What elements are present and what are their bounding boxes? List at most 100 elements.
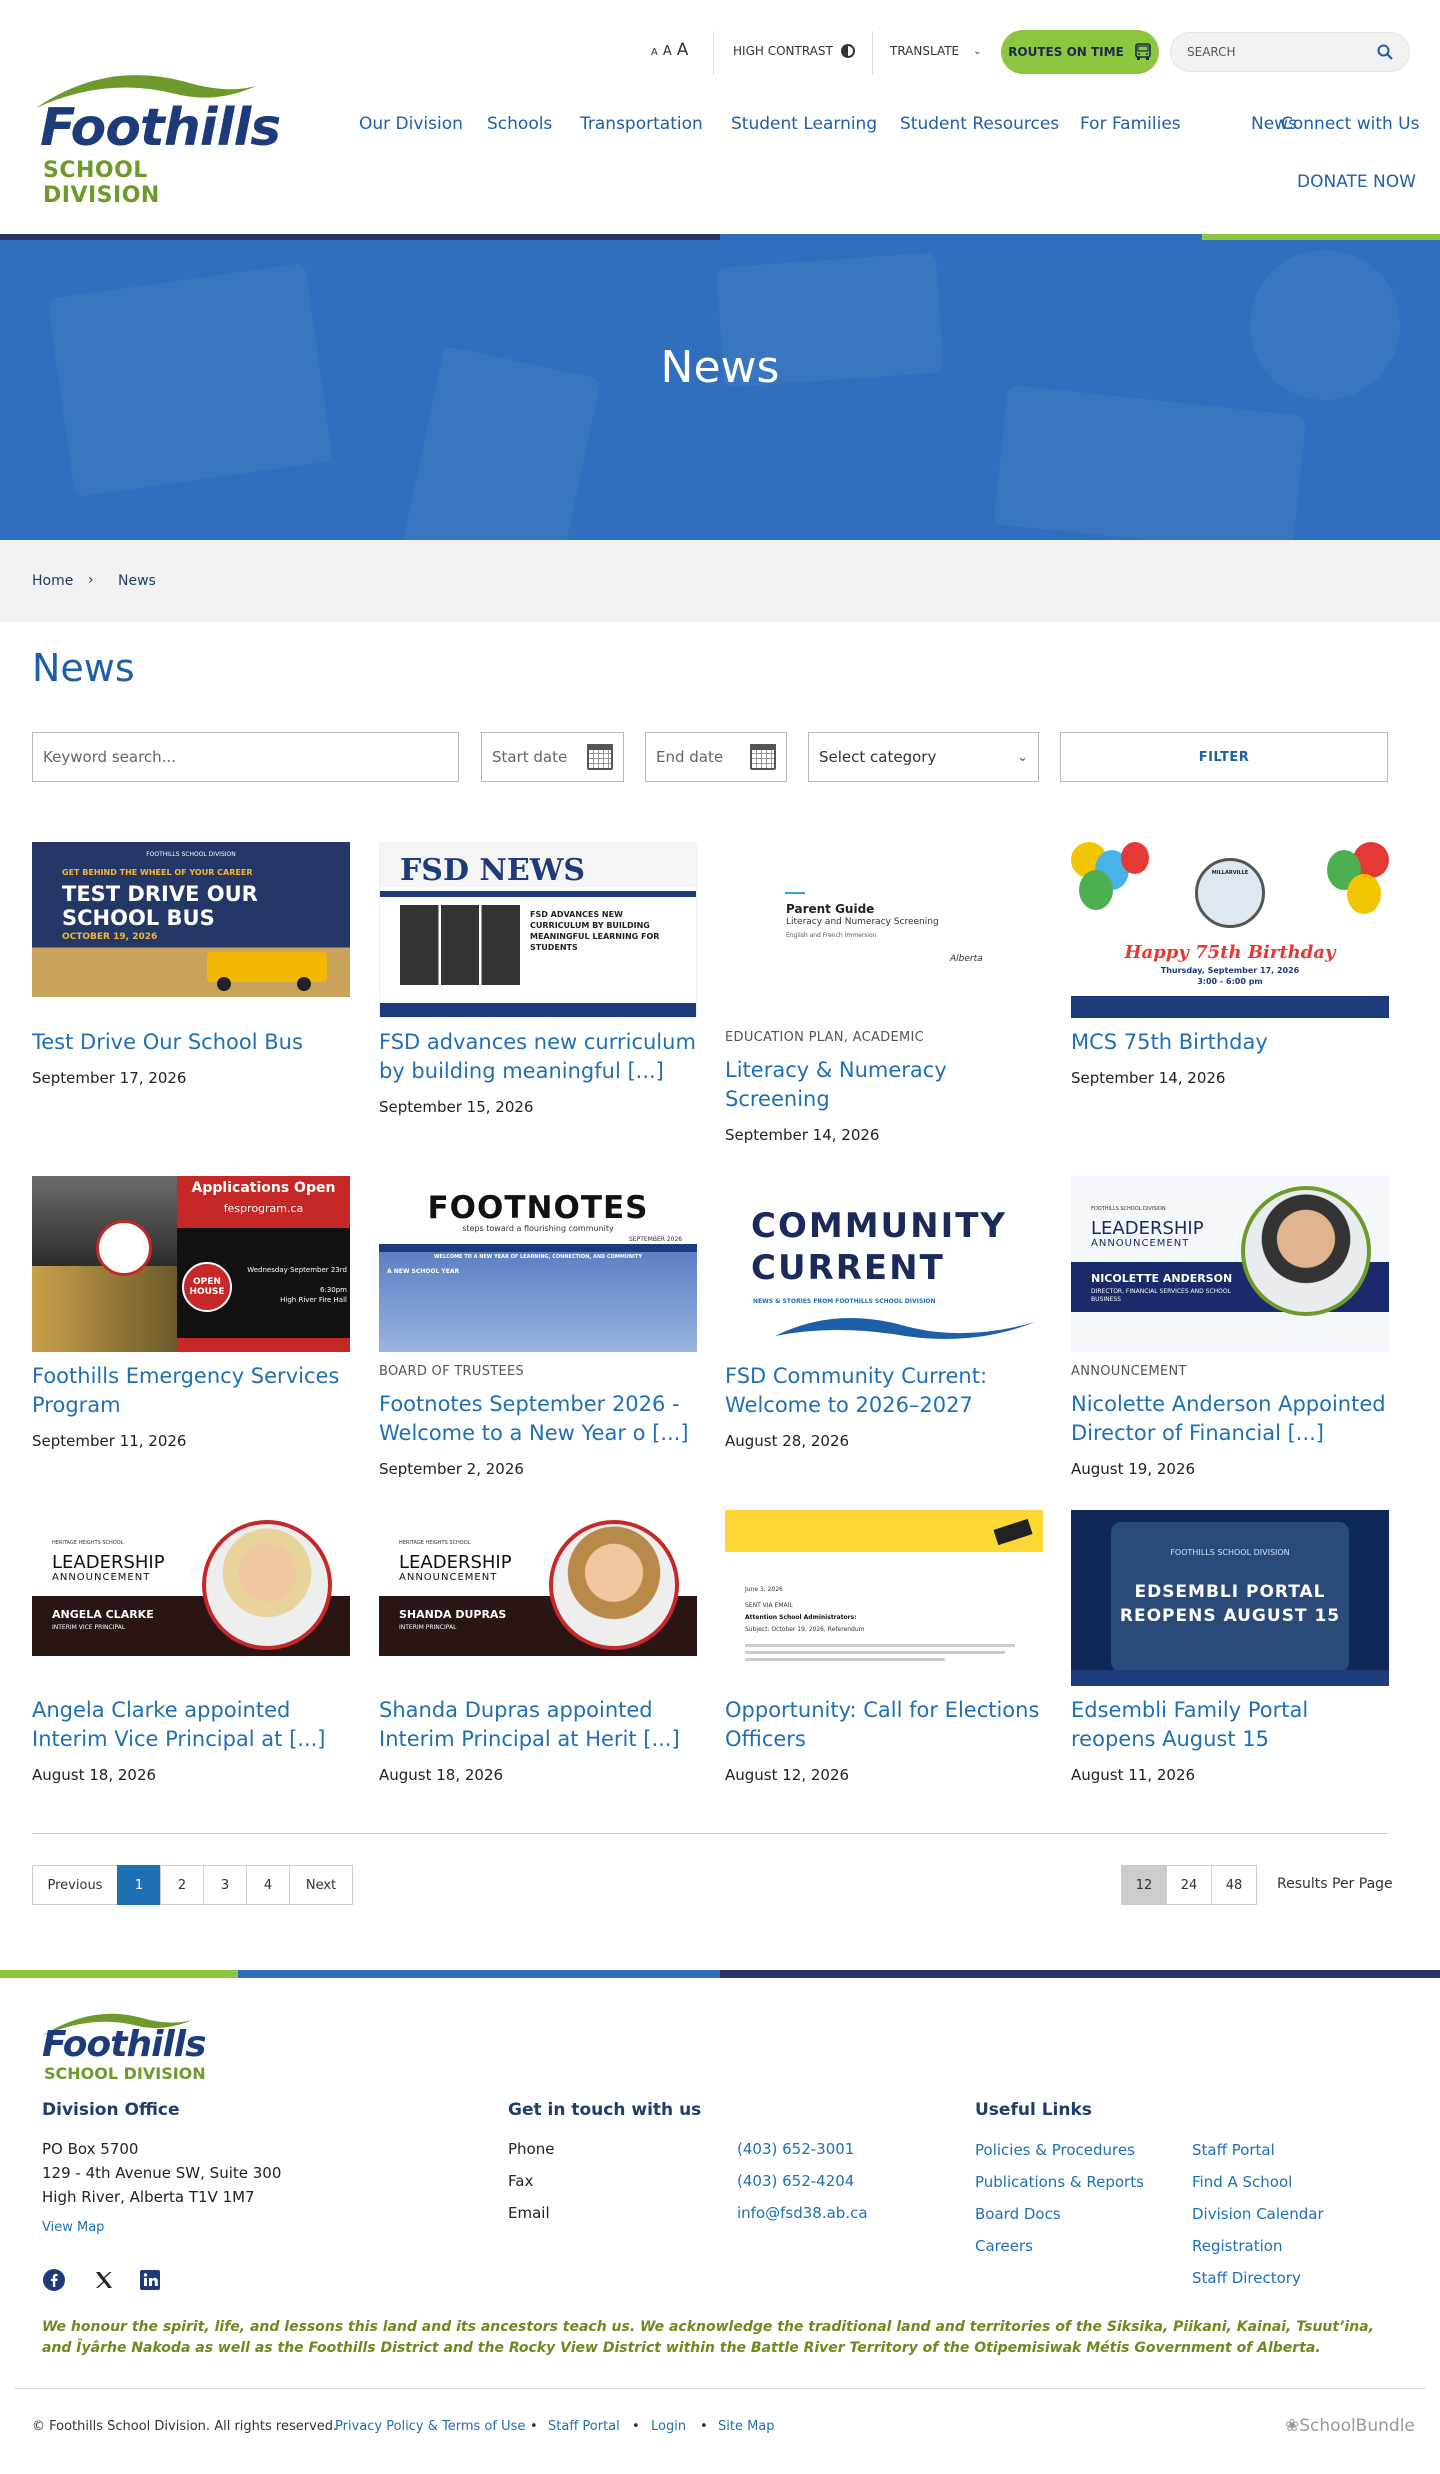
footer-link[interactable]: Policies & Procedures [975, 2141, 1135, 2159]
news-card-date: September 2, 2026 [379, 1460, 524, 1478]
contact-label: Email [508, 2204, 550, 2222]
site-map-link[interactable]: Site Map [718, 2419, 775, 2434]
news-card-title[interactable]: FSD advances new curriculum by building … [379, 1028, 697, 1086]
thumb-text: ANGELA CLARKE [52, 1608, 154, 1621]
linkedin-icon[interactable] [138, 2268, 162, 2292]
pagination-page-3[interactable]: 3 [203, 1865, 247, 1905]
thumb-text: OCTOBER 19, 2026 [62, 932, 158, 942]
login-link[interactable]: Login [651, 2419, 686, 2434]
font-size-small-button[interactable]: A [651, 47, 658, 58]
news-thumbnail[interactable]: FOOTHILLS SCHOOL DIVISION GET BEHIND THE… [32, 842, 350, 1018]
footer-link[interactable]: Publications & Reports [975, 2173, 1144, 2191]
news-thumbnail[interactable]: June 3, 2026 SENT VIA EMAIL Attention Sc… [725, 1510, 1043, 1686]
news-card-title[interactable]: Literacy & Numeracy Screening [725, 1056, 1043, 1114]
news-card-title[interactable]: Footnotes September 2026 - Welcome to a … [379, 1390, 697, 1448]
per-page-12[interactable]: 12 [1121, 1865, 1167, 1905]
per-page-24[interactable]: 24 [1166, 1865, 1212, 1905]
news-thumbnail[interactable]: HERITAGE HEIGHTS SCHOOL LEADERSHIP ANNOU… [379, 1510, 697, 1686]
news-card-title[interactable]: Shanda Dupras appointed Interim Principa… [379, 1696, 697, 1754]
news-card-category: BOARD OF TRUSTEES [379, 1364, 525, 1379]
news-card-date: September 17, 2026 [32, 1069, 187, 1087]
high-contrast-toggle[interactable]: HIGH CONTRAST [733, 44, 855, 58]
nav-schools[interactable]: Schools [487, 114, 552, 134]
nav-connect-with-us[interactable]: Connect with Us [1281, 114, 1419, 134]
footer-link[interactable]: Registration [1192, 2237, 1282, 2255]
staff-portal-link[interactable]: Staff Portal [548, 2419, 620, 2434]
thumb-text: NICOLETTE ANDERSON [1091, 1272, 1233, 1285]
thumb-text: REOPENS AUGUST 15 [1119, 1606, 1341, 1626]
breadcrumb-current: News [118, 573, 156, 589]
keyword-search-input[interactable] [43, 748, 448, 766]
search-icon[interactable] [1377, 44, 1393, 60]
nav-student-learning[interactable]: Student Learning [731, 114, 877, 134]
font-size-medium-button[interactable]: A [663, 44, 672, 59]
news-thumbnail[interactable]: FOOTHILLS SCHOOL DIVISION EDSEMBLI PORTA… [1071, 1510, 1389, 1686]
font-size-large-button[interactable]: A [677, 40, 689, 60]
credit-label: SchoolBundle [1299, 2416, 1415, 2436]
news-card-title[interactable]: Edsembli Family Portal reopens August 15 [1071, 1696, 1389, 1754]
news-card-title[interactable]: Test Drive Our School Bus [32, 1028, 350, 1057]
pagination-previous[interactable]: Previous [32, 1865, 118, 1905]
nav-transportation[interactable]: Transportation [580, 114, 703, 134]
breadcrumb-home-link[interactable]: Home [32, 573, 73, 589]
translate-dropdown[interactable]: TRANSLATE ⌄ [890, 44, 982, 58]
thumb-text: LEADERSHIP [1091, 1218, 1204, 1239]
page-title: News [32, 646, 135, 690]
news-thumbnail[interactable]: COMMUNITY CURRENT NEWS & STORIES FROM FO… [725, 1176, 1043, 1352]
footer-link[interactable]: Staff Directory [1192, 2269, 1301, 2287]
news-card-title[interactable]: Opportunity: Call for Elections Officers [725, 1696, 1043, 1754]
portrait-photo [202, 1520, 332, 1650]
nav-our-division[interactable]: Our Division [359, 114, 463, 134]
footer-link[interactable]: Division Calendar [1192, 2205, 1324, 2223]
x-twitter-icon[interactable] [92, 2268, 116, 2292]
calendar-icon[interactable] [587, 744, 613, 770]
end-date-input[interactable] [656, 748, 750, 766]
news-thumbnail[interactable]: FOOTNOTES steps toward a flourishing com… [379, 1176, 697, 1352]
news-thumbnail[interactable]: Applications Open fesprogram.ca OPEN HOU… [32, 1176, 350, 1352]
news-thumbnail[interactable]: FSD NEWS FSD ADVANCES NEW CURRICULUM BY … [379, 842, 697, 1018]
footer-link[interactable]: Find A School [1192, 2173, 1292, 2191]
privacy-policy-link[interactable]: Privacy Policy & Terms of Use [335, 2419, 525, 2434]
news-card-date: September 14, 2026 [1071, 1069, 1226, 1087]
logo-subtitle: SCHOOL DIVISION [44, 2064, 206, 2083]
news-thumbnail[interactable]: MILLARVILLE Happy 75th Birthday Thursday… [1071, 842, 1389, 1018]
nav-for-families[interactable]: For Families [1080, 114, 1181, 134]
search-input[interactable] [1187, 45, 1377, 59]
footer-link[interactable]: Staff Portal [1192, 2141, 1275, 2159]
pagination-page-4[interactable]: 4 [246, 1865, 290, 1905]
category-select[interactable]: Select category ⌄ [808, 732, 1039, 782]
news-thumbnail[interactable]: FOOTHILLS SCHOOL DIVISION LEADERSHIP ANN… [1071, 1176, 1389, 1352]
pagination-page-1[interactable]: 1 [117, 1865, 161, 1905]
facebook-icon[interactable] [42, 2268, 66, 2292]
fax-link[interactable]: (403) 652-4204 [737, 2172, 854, 2190]
site-logo[interactable]: Foothills SCHOOL DIVISION [28, 70, 281, 208]
thumb-text: Happy 75th Birthday [1124, 942, 1336, 963]
news-card-title[interactable]: FSD Community Current: Welcome to 2026–2… [725, 1362, 1043, 1420]
news-card-title[interactable]: Nicolette Anderson Appointed Director of… [1071, 1390, 1389, 1448]
start-date-input[interactable] [492, 748, 587, 766]
filter-button[interactable]: FILTER [1060, 732, 1388, 782]
routes-on-time-button[interactable]: ROUTES ON TIME [1001, 30, 1159, 74]
news-card-title[interactable]: Angela Clarke appointed Interim Vice Pri… [32, 1696, 350, 1754]
footer-link[interactable]: Careers [975, 2237, 1033, 2255]
schoolbundle-credit[interactable]: ❀SchoolBundle [1285, 2416, 1415, 2436]
footer-logo[interactable]: Foothills SCHOOL DIVISION [36, 2010, 216, 2083]
thumb-text: SHANDA DUPRAS [399, 1608, 507, 1621]
pagination-page-2[interactable]: 2 [160, 1865, 204, 1905]
view-map-link[interactable]: View Map [42, 2220, 104, 2235]
pagination-next[interactable]: Next [289, 1865, 353, 1905]
email-link[interactable]: info@fsd38.ab.ca [737, 2204, 868, 2222]
news-card-title[interactable]: MCS 75th Birthday [1071, 1028, 1389, 1057]
phone-link[interactable]: (403) 652-3001 [737, 2140, 854, 2158]
donate-now-link[interactable]: DONATE NOW [1297, 172, 1416, 192]
per-page-48[interactable]: 48 [1211, 1865, 1257, 1905]
news-card-title[interactable]: Foothills Emergency Services Program [32, 1362, 350, 1420]
hero-title: News [660, 342, 780, 393]
footer-link[interactable]: Board Docs [975, 2205, 1061, 2223]
logo-subtitle: SCHOOL DIVISION [43, 158, 160, 208]
news-thumbnail[interactable]: Parent Guide Literacy and Numeracy Scree… [725, 842, 1043, 1018]
address-line: High River, Alberta T1V 1M7 [42, 2188, 255, 2206]
nav-student-resources[interactable]: Student Resources [900, 114, 1059, 134]
news-thumbnail[interactable]: HERITAGE HEIGHTS SCHOOL LEADERSHIP ANNOU… [32, 1510, 350, 1686]
calendar-icon[interactable] [750, 744, 776, 770]
